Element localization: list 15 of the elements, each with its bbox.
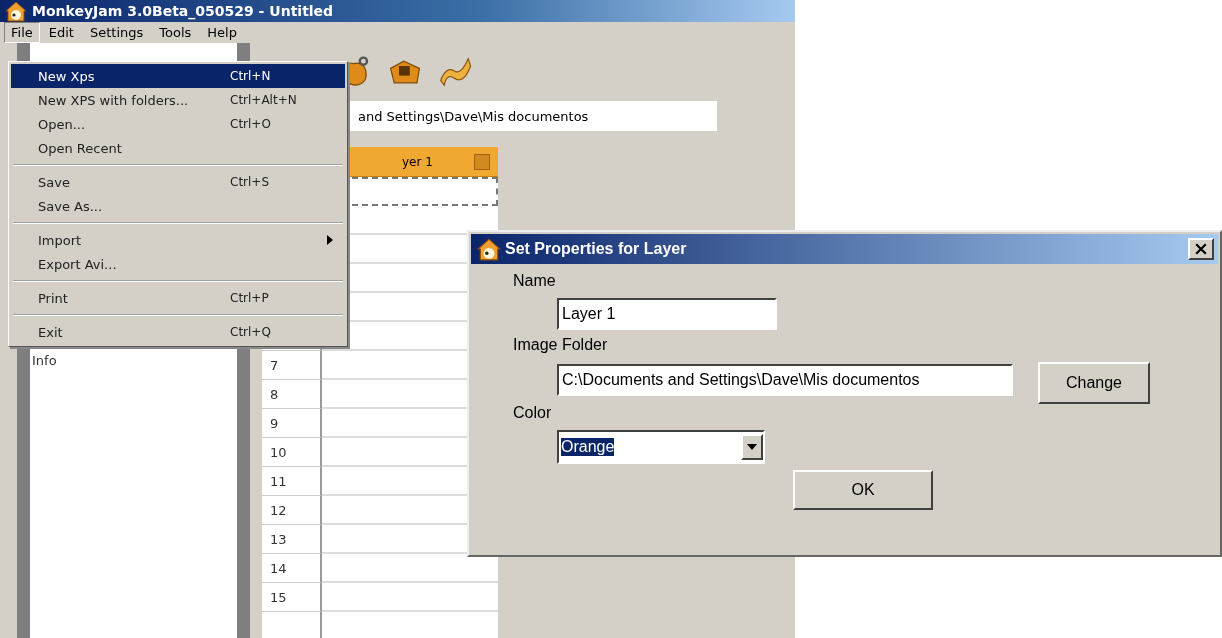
field-label: Color: [513, 404, 552, 423]
frame-number: 12: [262, 496, 322, 525]
frame-number: 8: [262, 380, 322, 409]
dialog-title: Set Properties for Layer: [505, 240, 688, 258]
frame-number: 9: [262, 409, 322, 438]
field-label: Name: [513, 272, 556, 291]
field-label: Image Folder: [513, 336, 608, 355]
frame-number: 11: [262, 467, 322, 496]
frame-number: 14: [262, 554, 322, 583]
layer-title: yer 1: [402, 154, 433, 169]
window-title: MonkeyJam 3.0Beta_050529 - Untitled: [32, 3, 334, 19]
frame-number: 7: [262, 351, 322, 380]
frame-number: 10: [262, 438, 322, 467]
frame-number: 15: [262, 583, 322, 612]
frame-number: 13: [262, 525, 322, 554]
